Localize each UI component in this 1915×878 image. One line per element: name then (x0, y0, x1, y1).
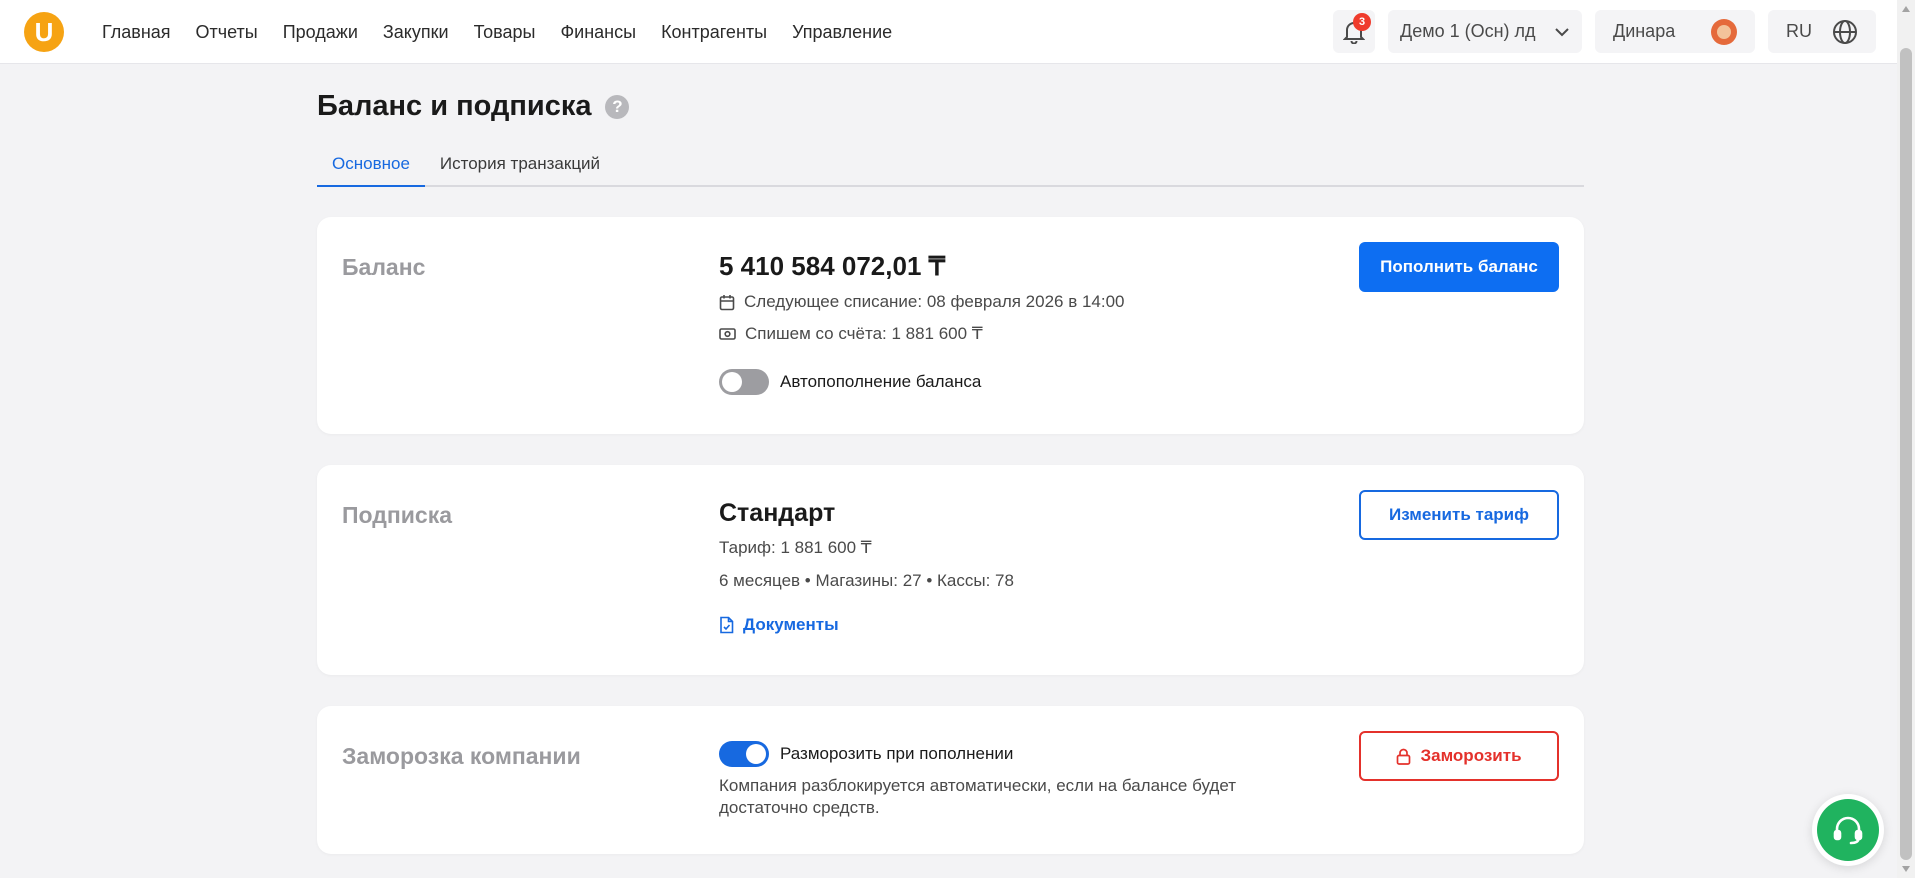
topup-balance-button[interactable]: Пополнить баланс (1359, 242, 1559, 292)
top-bar: U Главная Отчеты Продажи Закупки Товары … (0, 0, 1897, 64)
freeze-description: Компания разблокируется автоматически, е… (719, 776, 1236, 817)
freeze-button[interactable]: Заморозить (1359, 731, 1559, 781)
lock-icon (1397, 748, 1411, 765)
nav-item-management[interactable]: Управление (792, 22, 892, 43)
cash-icon (719, 328, 736, 340)
tab-transactions-history[interactable]: История транзакций (425, 148, 615, 187)
help-icon[interactable]: ? (605, 94, 630, 119)
nav-item-reports[interactable]: Отчеты (196, 22, 258, 43)
toggle-knob (722, 372, 742, 392)
scroll-down-arrow-icon[interactable] (1902, 866, 1910, 872)
page-title-text: Баланс и подписка (317, 90, 592, 122)
headset-icon (1833, 816, 1863, 845)
charge-amount-row: Спишем со счёта: 1 881 600 ₸ (719, 324, 1125, 344)
next-charge-text: Следующее списание: 08 февраля 2026 в 14… (744, 292, 1125, 311)
balance-card: Баланс 5 410 584 072,01 ₸ Следующее спис… (317, 217, 1584, 434)
tab-bar: Основное История транзакций (317, 148, 1584, 187)
support-chat-button[interactable] (1812, 794, 1884, 866)
page-scrollbar[interactable] (1897, 0, 1915, 878)
nav-item-home[interactable]: Главная (102, 22, 171, 43)
document-icon (720, 616, 734, 634)
nav-item-counterparties[interactable]: Контрагенты (661, 22, 767, 43)
page-title: Баланс и подписка ? (317, 90, 630, 123)
freeze-details: Разморозить при пополнении Компания разб… (719, 741, 1279, 819)
unfreeze-label: Разморозить при пополнении (780, 744, 1014, 763)
subscription-section-title: Подписка (342, 502, 453, 528)
plan-name: Стандарт (719, 499, 836, 527)
autotopup-row: Автопополнение баланса (719, 369, 1125, 395)
nav-item-finance[interactable]: Финансы (560, 22, 636, 43)
documents-link-label: Документы (743, 615, 839, 634)
subscription-card: Подписка Стандарт Тариф: 1 881 600 ₸ 6 м… (317, 465, 1584, 675)
unfreeze-toggle[interactable] (719, 741, 769, 767)
unfreeze-row: Разморозить при пополнении (719, 741, 1279, 767)
nav-item-purchases[interactable]: Закупки (383, 22, 449, 43)
nav-item-sales[interactable]: Продажи (283, 22, 358, 43)
charge-amount-text: Спишем со счёта: 1 881 600 ₸ (745, 324, 983, 343)
tariff-text: Тариф: 1 881 600 ₸ (719, 538, 872, 557)
chevron-down-icon (1555, 27, 1569, 36)
user-name: Динара (1613, 21, 1676, 41)
nav-item-products[interactable]: Товары (474, 22, 536, 43)
freeze-card: Заморозка компании Разморозить при попол… (317, 706, 1584, 854)
change-tariff-button[interactable]: Изменить тариф (1359, 490, 1559, 540)
organization-selector[interactable]: Демо 1 (Осн) лд (1388, 10, 1582, 53)
balance-amount: 5 410 584 072,01 ₸ (719, 251, 946, 281)
main-nav: Главная Отчеты Продажи Закупки Товары Фи… (102, 0, 892, 64)
plan-details-text: 6 месяцев • Магазины: 27 • Кассы: 78 (719, 571, 1014, 590)
user-menu[interactable]: Динара (1595, 10, 1755, 53)
notifications-button[interactable]: 3 (1333, 10, 1375, 53)
balance-details: 5 410 584 072,01 ₸ Следующее списание: 0… (719, 251, 1125, 395)
avatar (1711, 18, 1737, 45)
logo-letter: U (30, 18, 58, 46)
support-button-inner (1817, 799, 1879, 861)
toggle-knob (746, 744, 766, 764)
language-code: RU (1786, 21, 1812, 41)
app-logo[interactable]: U (24, 12, 64, 52)
subscription-details: Стандарт Тариф: 1 881 600 ₸ 6 месяцев • … (719, 499, 1014, 635)
calendar-icon (719, 294, 735, 310)
organization-name: Демо 1 (Осн) лд (1400, 21, 1536, 41)
next-charge-row: Следующее списание: 08 февраля 2026 в 14… (719, 292, 1125, 312)
freeze-button-label: Заморозить (1420, 746, 1522, 765)
scroll-thumb[interactable] (1900, 48, 1912, 860)
notification-badge: 3 (1353, 13, 1371, 31)
tab-main[interactable]: Основное (317, 148, 425, 187)
freeze-section-title: Заморозка компании (342, 743, 581, 769)
documents-link[interactable]: Документы (719, 615, 1014, 635)
autotopup-toggle[interactable] (719, 369, 769, 395)
scroll-up-arrow-icon[interactable] (1902, 6, 1910, 12)
balance-section-title: Баланс (342, 254, 426, 280)
autotopup-label: Автопополнение баланса (780, 372, 982, 391)
globe-icon (1833, 19, 1857, 44)
language-selector[interactable]: RU (1768, 10, 1876, 53)
